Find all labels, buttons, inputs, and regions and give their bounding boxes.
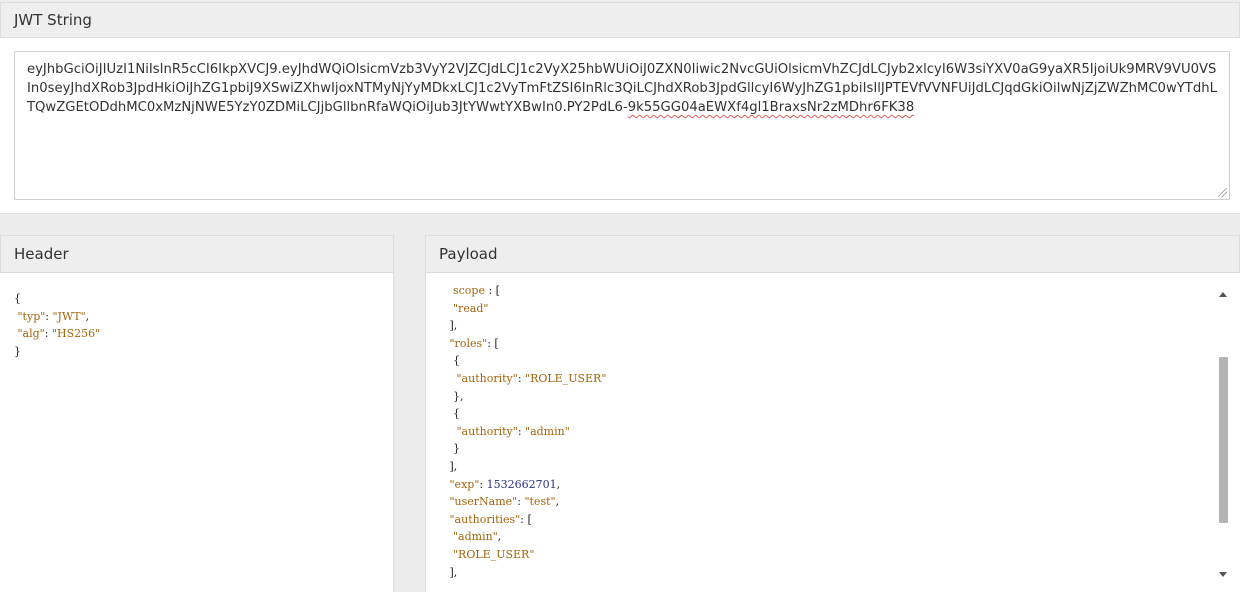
resize-grip-icon[interactable] (1218, 188, 1227, 197)
header-json-code: { "typ": "JWT", "alg": "HS256" } (14, 292, 101, 358)
json-value-role-user: "ROLE_USER" (525, 371, 607, 385)
payload-scrollbar[interactable] (1216, 285, 1230, 583)
jwt-string-panel-header: JWT String (0, 2, 1240, 38)
json-value-role-user: "ROLE_USER" (453, 547, 535, 561)
json-key-typ: "typ" (17, 309, 46, 323)
jwt-string-textarea[interactable]: eyJhbGciOiJIUzI1NiIsInR5cCI6IkpXVCJ9.eyJ… (14, 51, 1230, 200)
json-value-typ: "JWT" (52, 309, 86, 323)
scroll-down-arrow-icon[interactable] (1219, 572, 1227, 577)
json-key-authority: "authority" (456, 424, 518, 438)
header-panel-header: Header (0, 235, 394, 273)
json-value-exp: 1532662701 (486, 477, 557, 491)
json-key-authorities: "authorities" (449, 512, 521, 526)
payload-panel-header: Payload (425, 235, 1240, 273)
header-title: Header (14, 245, 69, 263)
json-brace: { (14, 292, 21, 305)
payload-title: Payload (439, 245, 498, 263)
json-key-authority: "authority" (456, 371, 518, 385)
header-panel-body: { "typ": "JWT", "alg": "HS256" } (0, 273, 394, 592)
json-value-admin: "admin" (525, 424, 570, 438)
json-value-admin: "admin" (453, 530, 498, 544)
scrollbar-thumb[interactable] (1219, 357, 1228, 523)
jwt-string-title: JWT String (14, 11, 92, 29)
payload-panel-body[interactable]: scope : [ "read" ], "roles": [ { "author… (425, 273, 1240, 592)
json-value-alg: "HS256" (51, 327, 101, 341)
jwt-string-panel-body: eyJhbGciOiJIUzI1NiIsInR5cCI6IkpXVCJ9.eyJ… (0, 38, 1240, 214)
json-value-username: "test" (524, 495, 556, 509)
jwt-token-signature-misspelled: 9k55GG04aEWXf4gl1BraxsNr2zMDhr6FK38 (627, 100, 915, 115)
json-key-username: "userName" (449, 495, 518, 509)
json-brace: } (14, 344, 21, 358)
json-key-scope: scope (453, 284, 485, 297)
jwt-token-text: eyJhbGciOiJIUzI1NiIsInR5cCI6IkpXVCJ9.eyJ… (27, 62, 1217, 115)
json-key-alg: "alg" (17, 327, 45, 341)
json-value-read: "read" (453, 301, 489, 315)
json-key-exp: "exp" (449, 477, 480, 491)
scroll-up-arrow-icon[interactable] (1219, 292, 1227, 297)
json-key-roles: "roles" (449, 336, 488, 350)
payload-json-code: scope : [ "read" ], "roles": [ { "author… (449, 284, 607, 579)
